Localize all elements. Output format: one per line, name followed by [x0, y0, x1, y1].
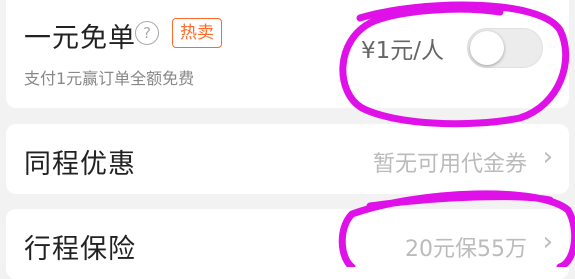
free-order-title: 一元免单: [24, 23, 136, 54]
hot-badge: 热卖: [172, 18, 222, 48]
question-circle-icon[interactable]: ?: [135, 21, 159, 45]
insurance-row[interactable]: 行程保险 20元保55万 ›: [6, 209, 569, 279]
toggle-knob: [470, 31, 504, 65]
chevron-right-icon: ›: [542, 227, 553, 257]
discount-label: 同程优惠: [24, 149, 136, 180]
free-order-toggle[interactable]: [467, 28, 543, 68]
insurance-value: 20元保55万: [405, 237, 527, 262]
free-order-subtitle: 支付1元赢订单全额免费: [24, 69, 195, 88]
discount-row[interactable]: 同程优惠 暂无可用代金券 ›: [6, 124, 569, 194]
free-order-price: ¥1元/人: [361, 38, 445, 64]
free-order-card: 一元免单 ? 热卖 支付1元赢订单全额免费 ¥1元/人: [6, 0, 569, 108]
discount-value: 暂无可用代金券: [372, 152, 527, 177]
insurance-label: 行程保险: [24, 234, 136, 265]
chevron-right-icon: ›: [542, 142, 553, 172]
